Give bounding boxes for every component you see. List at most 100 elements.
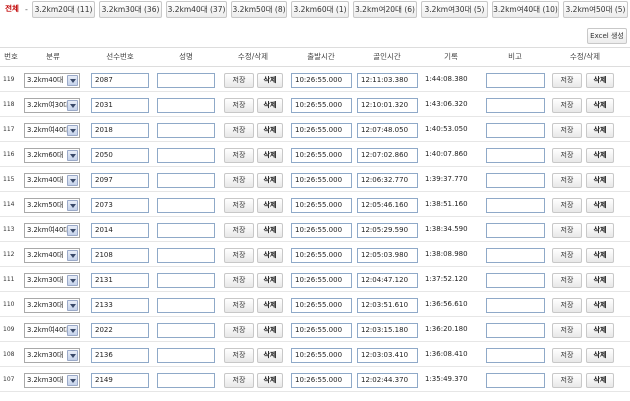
chevron-down-icon[interactable] — [67, 150, 78, 161]
bib-number-input[interactable]: 2097 — [91, 173, 149, 188]
start-time-input[interactable]: 10:26:55.000 — [291, 73, 352, 88]
filter-tab[interactable]: 3.2km20대 (11) — [32, 1, 95, 18]
save-button-2[interactable]: 저장 — [552, 73, 582, 88]
save-button[interactable]: 저장 — [224, 323, 254, 338]
filter-tab[interactable]: 3.2km50대 (8) — [231, 1, 287, 18]
bib-number-input[interactable]: 2018 — [91, 123, 149, 138]
save-button[interactable]: 저장 — [224, 148, 254, 163]
filter-tab[interactable]: 3.2km여30대 (5) — [421, 1, 488, 18]
bib-number-input[interactable]: 2133 — [91, 298, 149, 313]
note-input[interactable] — [486, 148, 545, 163]
chevron-down-icon[interactable] — [67, 375, 78, 386]
filter-tab[interactable]: 3.2km여40대 (10) — [492, 1, 559, 18]
start-time-input[interactable]: 10:26:55.000 — [291, 123, 352, 138]
category-select[interactable]: 3.2km여30대 — [24, 98, 80, 113]
goal-time-input[interactable]: 12:05:46.160 — [357, 198, 418, 213]
category-select[interactable]: 3.2km40대 — [24, 248, 80, 263]
category-select[interactable]: 3.2km여40대 — [24, 323, 80, 338]
start-time-input[interactable]: 10:26:55.000 — [291, 273, 352, 288]
delete-button-2[interactable]: 삭제 — [586, 323, 614, 338]
delete-button-2[interactable]: 삭제 — [586, 98, 614, 113]
save-button-2[interactable]: 저장 — [552, 298, 582, 313]
save-button-2[interactable]: 저장 — [552, 373, 582, 388]
start-time-input[interactable]: 10:26:55.000 — [291, 348, 352, 363]
delete-button-2[interactable]: 삭제 — [586, 148, 614, 163]
goal-time-input[interactable]: 12:03:03.410 — [357, 348, 418, 363]
delete-button[interactable]: 삭제 — [257, 373, 283, 388]
delete-button-2[interactable]: 삭제 — [586, 248, 614, 263]
start-time-input[interactable]: 10:26:55.000 — [291, 298, 352, 313]
start-time-input[interactable]: 10:26:55.000 — [291, 373, 352, 388]
bib-number-input[interactable]: 2031 — [91, 98, 149, 113]
save-button-2[interactable]: 저장 — [552, 123, 582, 138]
delete-button[interactable]: 삭제 — [257, 273, 283, 288]
delete-button[interactable]: 삭제 — [257, 123, 283, 138]
filter-tab[interactable]: 3.2km여50대 (5) — [563, 1, 628, 18]
goal-time-input[interactable]: 12:07:02.860 — [357, 148, 418, 163]
chevron-down-icon[interactable] — [67, 175, 78, 186]
save-button[interactable]: 저장 — [224, 348, 254, 363]
category-select[interactable]: 3.2km30대 — [24, 273, 80, 288]
save-button[interactable]: 저장 — [224, 223, 254, 238]
save-button[interactable]: 저장 — [224, 373, 254, 388]
chevron-down-icon[interactable] — [67, 125, 78, 136]
bib-number-input[interactable]: 2022 — [91, 323, 149, 338]
start-time-input[interactable]: 10:26:55.000 — [291, 148, 352, 163]
delete-button[interactable]: 삭제 — [257, 248, 283, 263]
chevron-down-icon[interactable] — [67, 75, 78, 86]
name-input[interactable] — [157, 123, 215, 138]
chevron-down-icon[interactable] — [67, 350, 78, 361]
bib-number-input[interactable]: 2014 — [91, 223, 149, 238]
save-button-2[interactable]: 저장 — [552, 223, 582, 238]
note-input[interactable] — [486, 73, 545, 88]
delete-button-2[interactable]: 삭제 — [586, 173, 614, 188]
save-button-2[interactable]: 저장 — [552, 248, 582, 263]
chevron-down-icon[interactable] — [67, 100, 78, 111]
note-input[interactable] — [486, 323, 545, 338]
excel-export-button[interactable]: Excel 생성 — [587, 28, 627, 44]
name-input[interactable] — [157, 198, 215, 213]
delete-button[interactable]: 삭제 — [257, 298, 283, 313]
filter-tab-all[interactable]: 전체 — [2, 1, 22, 18]
category-select[interactable]: 3.2km여40대 — [24, 223, 80, 238]
bib-number-input[interactable]: 2136 — [91, 348, 149, 363]
goal-time-input[interactable]: 12:11:03.380 — [357, 73, 418, 88]
filter-tab[interactable]: 3.2km60대 (1) — [291, 1, 349, 18]
delete-button-2[interactable]: 삭제 — [586, 373, 614, 388]
bib-number-input[interactable]: 2050 — [91, 148, 149, 163]
save-button[interactable]: 저장 — [224, 198, 254, 213]
name-input[interactable] — [157, 73, 215, 88]
save-button[interactable]: 저장 — [224, 248, 254, 263]
note-input[interactable] — [486, 273, 545, 288]
bib-number-input[interactable]: 2131 — [91, 273, 149, 288]
save-button-2[interactable]: 저장 — [552, 198, 582, 213]
delete-button[interactable]: 삭제 — [257, 73, 283, 88]
save-button[interactable]: 저장 — [224, 298, 254, 313]
delete-button-2[interactable]: 삭제 — [586, 123, 614, 138]
chevron-down-icon[interactable] — [67, 300, 78, 311]
note-input[interactable] — [486, 123, 545, 138]
save-button-2[interactable]: 저장 — [552, 273, 582, 288]
save-button-2[interactable]: 저장 — [552, 98, 582, 113]
goal-time-input[interactable]: 12:03:51.610 — [357, 298, 418, 313]
save-button[interactable]: 저장 — [224, 173, 254, 188]
name-input[interactable] — [157, 248, 215, 263]
goal-time-input[interactable]: 12:03:15.180 — [357, 323, 418, 338]
start-time-input[interactable]: 10:26:55.000 — [291, 173, 352, 188]
note-input[interactable] — [486, 223, 545, 238]
name-input[interactable] — [157, 148, 215, 163]
name-input[interactable] — [157, 298, 215, 313]
delete-button-2[interactable]: 삭제 — [586, 73, 614, 88]
goal-time-input[interactable]: 12:05:29.590 — [357, 223, 418, 238]
name-input[interactable] — [157, 173, 215, 188]
category-select[interactable]: 3.2km40대 — [24, 173, 80, 188]
save-button-2[interactable]: 저장 — [552, 348, 582, 363]
start-time-input[interactable]: 10:26:55.000 — [291, 223, 352, 238]
bib-number-input[interactable]: 2149 — [91, 373, 149, 388]
category-select[interactable]: 3.2km60대 — [24, 148, 80, 163]
goal-time-input[interactable]: 12:02:44.370 — [357, 373, 418, 388]
category-select[interactable]: 3.2km40대 — [24, 73, 80, 88]
start-time-input[interactable]: 10:26:55.000 — [291, 323, 352, 338]
note-input[interactable] — [486, 298, 545, 313]
save-button-2[interactable]: 저장 — [552, 148, 582, 163]
